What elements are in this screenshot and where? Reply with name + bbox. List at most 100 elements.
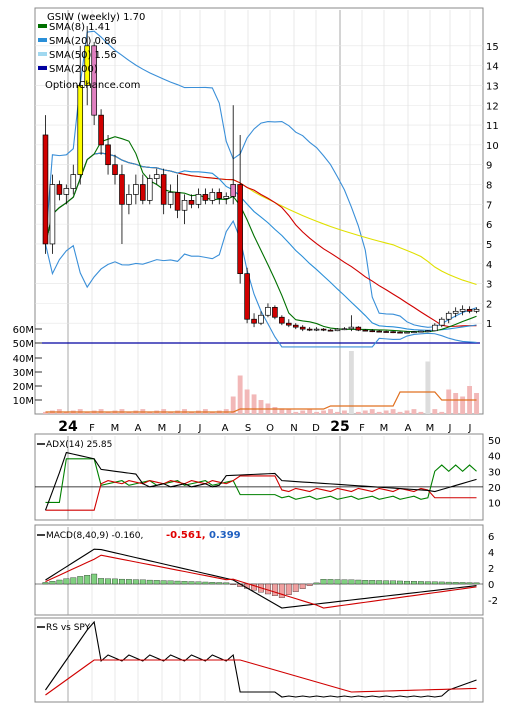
macd-histogram-bar: [125, 579, 132, 585]
x-tick-label: S: [245, 423, 251, 434]
x-tick-label: M: [158, 423, 167, 434]
price-tick-label: 5: [486, 240, 492, 251]
x-tick-label: 24: [58, 419, 78, 435]
adx-tick-label: 30: [488, 467, 501, 478]
x-tick-label: A: [222, 423, 229, 434]
candle-body: [244, 273, 250, 320]
volume-bar: [474, 393, 479, 414]
volume-bar: [425, 361, 431, 414]
macd-histogram-bar: [84, 575, 91, 585]
macd-histogram-bar: [202, 581, 209, 585]
price-tick-label: 13: [486, 81, 499, 92]
adx-tick-label: 40: [488, 452, 501, 463]
candle-body: [418, 330, 424, 333]
macd-histogram-bar: [376, 580, 383, 585]
volume-tick-label: 30M: [13, 368, 34, 379]
candle-body: [195, 194, 202, 205]
candle-body: [181, 200, 188, 211]
candle-body: [272, 306, 278, 318]
x-tick-label: O: [266, 423, 274, 434]
x-tick-label: J: [468, 423, 472, 434]
price-tick-label: 7: [486, 200, 492, 211]
macd-histogram-bar: [466, 582, 473, 585]
x-tick-label: N: [290, 423, 297, 434]
volume-tick-label: 20M: [13, 382, 34, 393]
volume-bar: [362, 410, 368, 414]
macd-histogram-bar: [195, 581, 202, 585]
candle-body: [119, 174, 125, 205]
volume-tick-label: 60M: [13, 325, 34, 336]
price-tick-label: 8: [486, 181, 492, 192]
macd-histogram-bar: [230, 583, 237, 585]
macd-histogram-bar: [424, 581, 431, 585]
macd-histogram-bar: [397, 580, 403, 585]
macd-histogram-bar: [70, 577, 77, 585]
candle-body: [286, 322, 292, 326]
candle-body: [411, 331, 417, 334]
macd-histogram-bar: [105, 578, 111, 585]
candle-body: [459, 308, 466, 312]
macd-histogram-bar: [369, 580, 376, 585]
candle-body: [390, 331, 396, 334]
candle-body: [112, 164, 118, 175]
macd-histogram-bar: [327, 579, 334, 585]
candle-body: [237, 184, 243, 275]
price-tick-label: 4: [486, 260, 492, 271]
macd-histogram-bar: [452, 582, 459, 585]
candle-body: [466, 308, 473, 312]
macd-histogram-bar: [271, 583, 278, 596]
adx-title: ADX(14) 25.85: [46, 440, 112, 450]
volume-bar: [439, 411, 445, 414]
macd-tick-label: 2: [488, 564, 494, 575]
macd-histogram-bar: [160, 580, 167, 585]
macd-hist-value: 0.399: [209, 530, 241, 541]
macd-histogram-bar: [417, 581, 424, 585]
macd-histogram-bar: [223, 582, 230, 585]
macd-histogram-bar: [299, 583, 306, 589]
macd-histogram-bar: [91, 573, 98, 585]
adx-tick-label: 10: [488, 498, 501, 509]
macd-histogram-bar: [216, 582, 223, 585]
candle-body: [432, 324, 438, 332]
macd-histogram-bar: [77, 576, 84, 585]
candle-body: [63, 188, 70, 195]
price-tick-label: 3: [486, 280, 492, 291]
price-tick-label: 1: [486, 319, 492, 330]
macd-histogram-bar: [306, 583, 313, 586]
candle-body: [355, 326, 362, 331]
volume-bar: [376, 411, 382, 414]
candle-body: [153, 174, 160, 179]
candle-body: [258, 314, 264, 324]
x-tick-label: J: [198, 423, 202, 434]
macd-histogram-bar: [404, 580, 410, 585]
macd-histogram-bar: [341, 579, 348, 585]
price-tick-label: 10: [486, 141, 499, 152]
candle-body: [126, 194, 132, 205]
price-tick-label: 15: [486, 42, 499, 53]
volume-tick-label: 10M: [13, 396, 34, 407]
candle-body: [369, 330, 376, 333]
candle-body: [70, 174, 77, 189]
x-tick-label: M: [426, 423, 435, 434]
volume-bar: [321, 410, 327, 414]
chart-stage: 24 F M A M J J A S O N D 25 F M A M J J1234567891011121314…: [13, 7, 501, 703]
price-tick-label: 9: [486, 161, 492, 172]
x-tick-label: F: [359, 423, 365, 434]
macd-histogram-bar: [188, 581, 195, 585]
macd-histogram-bar: [132, 579, 139, 585]
volume-bar: [237, 375, 243, 414]
macd-histogram-bar: [473, 582, 480, 585]
candle-body: [348, 326, 355, 330]
macd-histogram-bar: [112, 578, 118, 585]
candle-body: [292, 324, 299, 328]
price-tick-label: 2: [486, 299, 492, 310]
x-tick-label: 25: [330, 419, 349, 435]
x-tick-label: M: [111, 423, 120, 434]
volume-bar: [446, 389, 452, 414]
legend-swatch-sma20: [38, 38, 47, 42]
volume-bar: [418, 411, 424, 414]
macd-histogram-bar: [42, 582, 49, 585]
candle-body: [98, 114, 104, 146]
volume-bar: [293, 411, 299, 414]
macd-histogram-bar: [209, 582, 216, 585]
